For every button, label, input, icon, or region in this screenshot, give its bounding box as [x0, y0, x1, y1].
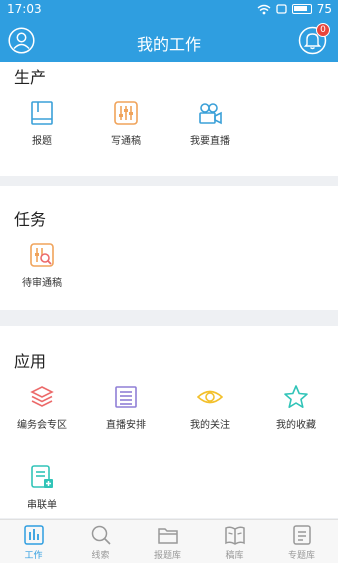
section-title: 任务 — [14, 210, 47, 229]
editorial-meeting-item[interactable]: 编务会专区 — [0, 384, 84, 431]
item-label: 报题 — [32, 136, 52, 147]
bar-chart-icon — [23, 525, 44, 545]
tab-special-library[interactable]: 专题库 — [268, 524, 335, 561]
item-label: 直播安排 — [106, 420, 146, 431]
page-title: 我的工作 — [136, 35, 201, 54]
rundown-item[interactable]: 串联单 — [0, 464, 84, 511]
write-release-item[interactable]: 写通稿 — [84, 100, 168, 147]
section-title: 应用 — [14, 352, 47, 371]
tab-topic-library[interactable]: 报题库 — [134, 524, 201, 561]
pending-review-item[interactable]: 待审通稿 — [0, 242, 84, 289]
layers-icon — [30, 386, 54, 407]
live-schedule-item[interactable]: 直播安排 — [84, 384, 168, 431]
tab-label: 工作 — [24, 551, 43, 561]
document-icon — [292, 525, 311, 545]
section-tasks: 任务 待审通稿 — [0, 186, 338, 310]
item-label: 我要直播 — [190, 136, 230, 147]
video-camera-icon — [199, 103, 222, 125]
my-follows-item[interactable]: 我的关注 — [168, 384, 252, 431]
section-production: 生产 报题 写通稿 我要直播 — [0, 62, 338, 176]
item-label: 编务会专区 — [17, 420, 67, 431]
tab-label: 报题库 — [153, 551, 181, 561]
item-label: 我的收藏 — [276, 420, 316, 431]
my-favorites-item[interactable]: 我的收藏 — [254, 384, 338, 431]
status-bar: 17:03 75 — [0, 0, 338, 19]
tab-label: 专题库 — [287, 551, 315, 561]
live-broadcast-item[interactable]: 我要直播 — [168, 100, 252, 147]
section-title: 生产 — [14, 68, 47, 87]
item-label: 写通稿 — [111, 136, 141, 147]
sliders-icon — [114, 101, 138, 125]
wifi-icon — [257, 4, 271, 14]
notification-badge: 0 — [316, 23, 330, 37]
bottom-tab-bar: 工作 线索 报题库 稿库 专题库 — [0, 519, 338, 563]
battery-level: 75 — [316, 2, 332, 16]
folder-icon — [157, 528, 178, 544]
book-icon — [31, 101, 53, 125]
tab-work[interactable]: 工作 — [0, 524, 67, 561]
doc-plus-icon — [31, 465, 53, 488]
open-book-icon — [224, 526, 245, 545]
eye-icon — [197, 390, 223, 404]
item-label: 我的关注 — [190, 420, 230, 431]
app-header: 我的工作 0 — [0, 19, 338, 62]
tab-label: 稿库 — [225, 551, 244, 561]
search-icon — [91, 525, 111, 545]
tab-leads[interactable]: 线索 — [67, 524, 134, 561]
star-icon — [284, 385, 308, 408]
status-time: 17:03 — [7, 2, 42, 16]
item-label: 待审通稿 — [22, 278, 62, 289]
tab-label: 线索 — [91, 551, 110, 561]
battery-icon — [291, 4, 312, 14]
report-topic-item[interactable]: 报题 — [0, 100, 84, 147]
list-icon — [115, 386, 137, 408]
item-label: 串联单 — [27, 500, 57, 511]
section-apps: 应用 编务会专区 直播安排 我的关注 我的收藏 串联单 — [0, 326, 338, 518]
screen-icon — [276, 4, 287, 14]
tab-manuscript-library[interactable]: 稿库 — [201, 524, 268, 561]
review-sliders-icon — [30, 243, 54, 267]
